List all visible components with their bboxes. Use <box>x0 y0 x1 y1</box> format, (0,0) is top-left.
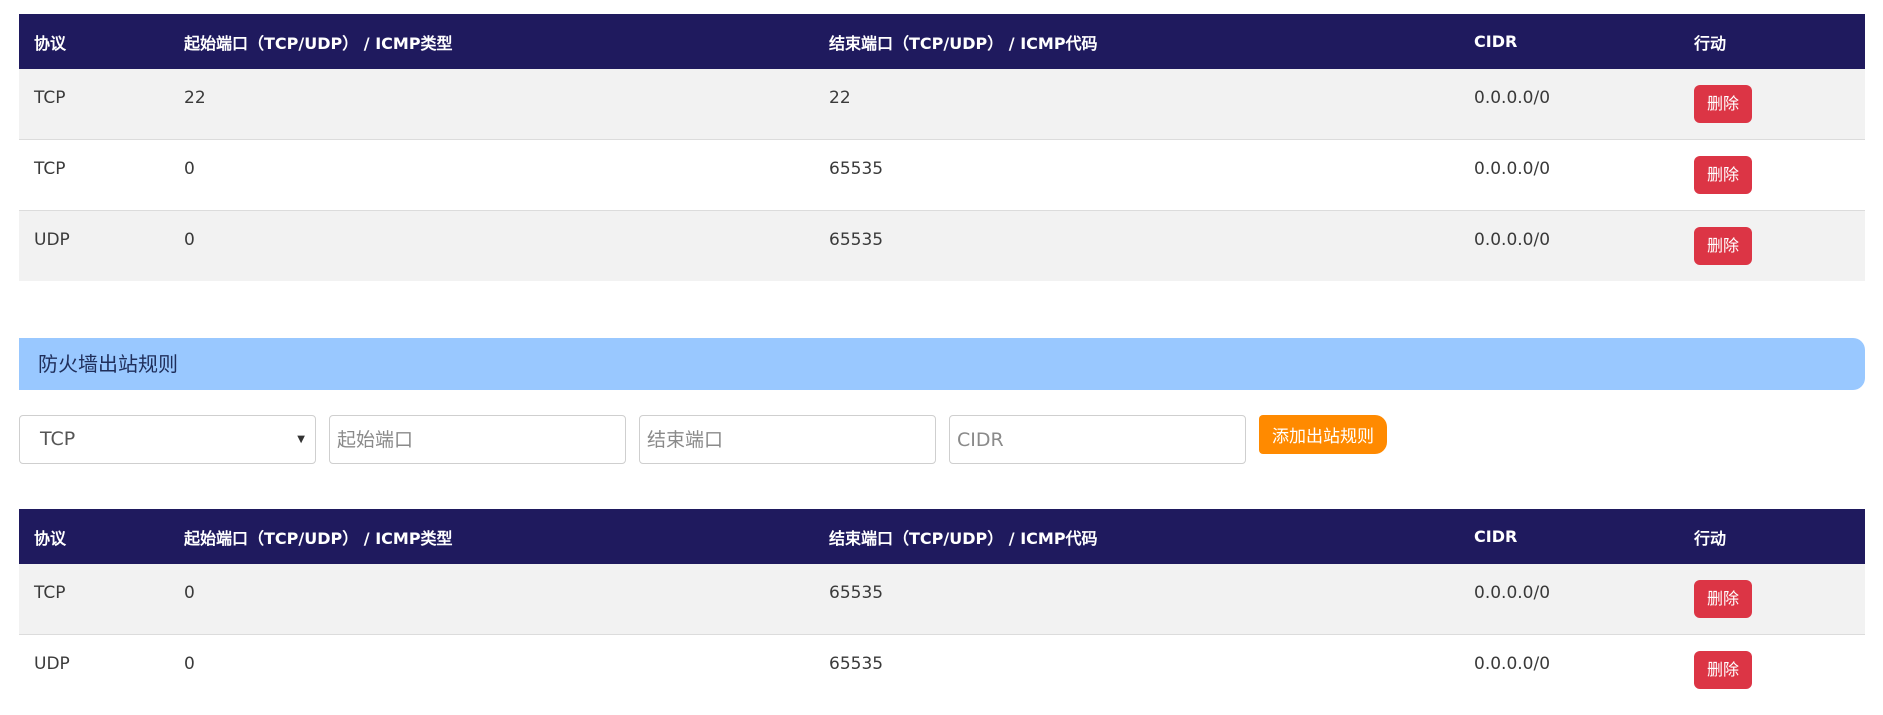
cell-end-port: 65535 <box>829 159 884 179</box>
table-row: TCP 0 65535 0.0.0.0/0 删除 <box>19 139 1865 211</box>
delete-button[interactable]: 删除 <box>1694 85 1752 123</box>
outbound-rules-table: 协议 起始端口（TCP/UDP） / ICMP类型 结束端口（TCP/UDP） … <box>19 509 1865 705</box>
protocol-select-value: TCP <box>40 428 76 450</box>
dropdown-arrow-icon: ▼ <box>297 434 305 445</box>
cell-cidr: 0.0.0.0/0 <box>1474 159 1551 179</box>
cell-protocol: UDP <box>34 654 70 674</box>
delete-button[interactable]: 删除 <box>1694 156 1752 194</box>
cell-end-port: 22 <box>829 88 851 108</box>
end-port-input[interactable] <box>639 415 936 464</box>
cell-protocol: TCP <box>34 88 66 108</box>
cell-start-port: 0 <box>184 583 195 603</box>
cell-protocol: TCP <box>34 583 66 603</box>
col-header-cidr: CIDR <box>1459 509 1679 564</box>
col-header-action: 行动 <box>1679 14 1865 69</box>
delete-button[interactable]: 删除 <box>1694 580 1752 618</box>
cell-end-port: 65535 <box>829 230 884 250</box>
table-row: UDP 0 65535 0.0.0.0/0 删除 <box>19 634 1865 705</box>
col-header-action: 行动 <box>1679 509 1865 564</box>
delete-button[interactable]: 删除 <box>1694 227 1752 265</box>
add-outbound-rule-form: TCP ▼ 添加出站规则 <box>19 415 1865 465</box>
cell-cidr: 0.0.0.0/0 <box>1474 583 1551 603</box>
col-header-end-port: 结束端口（TCP/UDP） / ICMP代码 <box>814 14 1459 69</box>
col-header-end-port: 结束端口（TCP/UDP） / ICMP代码 <box>814 509 1459 564</box>
cell-start-port: 22 <box>184 88 206 108</box>
table-row: UDP 0 65535 0.0.0.0/0 删除 <box>19 210 1865 281</box>
cell-end-port: 65535 <box>829 583 884 603</box>
table-row: TCP 22 22 0.0.0.0/0 删除 <box>19 69 1865 140</box>
cidr-input[interactable] <box>949 415 1246 464</box>
cell-cidr: 0.0.0.0/0 <box>1474 230 1551 250</box>
cell-start-port: 0 <box>184 654 195 674</box>
inbound-rules-table: 协议 起始端口（TCP/UDP） / ICMP类型 结束端口（TCP/UDP） … <box>19 14 1865 281</box>
col-header-start-port: 起始端口（TCP/UDP） / ICMP类型 <box>169 14 814 69</box>
table-header-row: 协议 起始端口（TCP/UDP） / ICMP类型 结束端口（TCP/UDP） … <box>19 14 1865 69</box>
cell-start-port: 0 <box>184 159 195 179</box>
col-header-protocol: 协议 <box>19 509 169 564</box>
add-outbound-rule-button[interactable]: 添加出站规则 <box>1259 415 1387 454</box>
cell-cidr: 0.0.0.0/0 <box>1474 88 1551 108</box>
cell-cidr: 0.0.0.0/0 <box>1474 654 1551 674</box>
col-header-protocol: 协议 <box>19 14 169 69</box>
delete-button[interactable]: 删除 <box>1694 651 1752 689</box>
protocol-select[interactable]: TCP ▼ <box>19 415 316 464</box>
outbound-rules-container: 协议 起始端口（TCP/UDP） / ICMP类型 结束端口（TCP/UDP） … <box>19 509 1865 705</box>
table-row: TCP 0 65535 0.0.0.0/0 删除 <box>19 564 1865 635</box>
cell-protocol: UDP <box>34 230 70 250</box>
outbound-section-header: 防火墙出站规则 <box>19 338 1865 390</box>
col-header-cidr: CIDR <box>1459 14 1679 69</box>
inbound-rules-container: 协议 起始端口（TCP/UDP） / ICMP类型 结束端口（TCP/UDP） … <box>19 14 1865 281</box>
table-header-row: 协议 起始端口（TCP/UDP） / ICMP类型 结束端口（TCP/UDP） … <box>19 509 1865 564</box>
cell-start-port: 0 <box>184 230 195 250</box>
col-header-start-port: 起始端口（TCP/UDP） / ICMP类型 <box>169 509 814 564</box>
start-port-input[interactable] <box>329 415 626 464</box>
cell-protocol: TCP <box>34 159 66 179</box>
cell-end-port: 65535 <box>829 654 884 674</box>
